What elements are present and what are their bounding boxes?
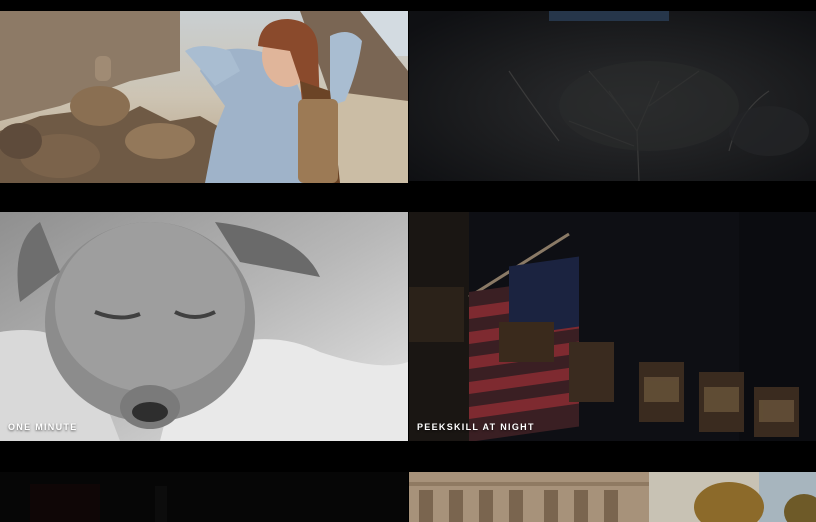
- thumbnail-woman-on-rocky-beach: [0, 11, 408, 183]
- gallery-item-peekskill-at-night[interactable]: PEEKSKILL AT NIGHT: [409, 212, 816, 441]
- video-gallery-grid: TOWERS OF PFEIFFER FRANKINCENSE: [0, 0, 816, 522]
- gallery-item-dark[interactable]: [0, 472, 408, 522]
- thumbnail-dark-frame: [0, 472, 408, 522]
- gallery-item-frankincense[interactable]: [409, 11, 816, 181]
- thumbnail-building-facade-trees: [409, 472, 816, 522]
- gallery-item-building[interactable]: [409, 472, 816, 522]
- gallery-item-title[interactable]: ONE MINUTE: [8, 422, 78, 432]
- thumbnail-dark-desert-shrub: [409, 11, 816, 181]
- thumbnail-american-flag-storefront-night: [409, 212, 816, 441]
- gallery-item-towers-of-pfeiffer[interactable]: [0, 11, 408, 183]
- gallery-item-title[interactable]: PEEKSKILL AT NIGHT: [417, 422, 535, 432]
- gallery-item-one-minute[interactable]: ONE MINUTE: [0, 212, 408, 441]
- thumbnail-sleeping-dog-blanket: [0, 212, 408, 441]
